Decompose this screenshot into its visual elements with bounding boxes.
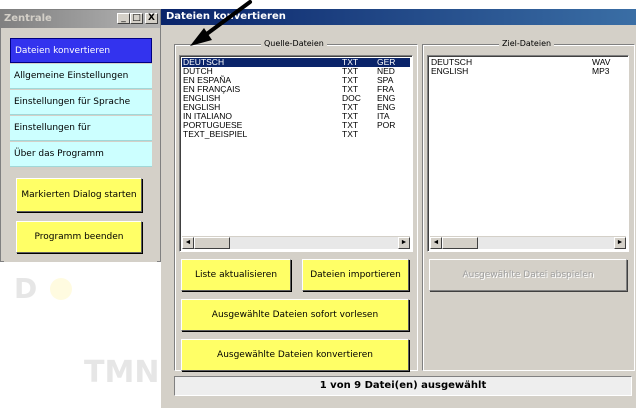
- source-files-legend: Quelle-Dateien: [261, 39, 327, 48]
- background-logo-icon: [50, 278, 72, 300]
- target-file-name: ENGLISH: [431, 66, 469, 76]
- target-files-legend: Ziel-Dateien: [499, 39, 555, 48]
- source-file-row[interactable]: DEUTSCH TXT GER: [182, 58, 410, 67]
- status-bar: 1 von 9 Datei(en) ausgewählt: [174, 376, 632, 396]
- read-aloud-button[interactable]: Ausgewählte Dateien sofort vorlesen: [181, 299, 409, 331]
- zentrale-title: Zentrale: [4, 13, 52, 24]
- main-window: Dateien konvertieren Quelle-Dateien DEUT…: [161, 9, 636, 408]
- nav-item-dateien-konvertieren[interactable]: Dateien konvertieren: [10, 38, 152, 63]
- scroll-right-icon[interactable]: ►: [614, 237, 626, 249]
- nav-item-einstellungen-sprache[interactable]: Einstellungen für Sprache: [10, 90, 152, 115]
- source-file-name: TEXT_BEISPIEL: [183, 129, 248, 139]
- scroll-right-icon[interactable]: ►: [398, 237, 410, 249]
- maximize-button[interactable]: □: [130, 13, 143, 24]
- import-files-button[interactable]: Dateien importieren: [302, 259, 409, 291]
- nav-item-allgemeine-einstellungen[interactable]: Allgemeine Einstellungen: [10, 64, 152, 89]
- source-file-list[interactable]: DEUTSCH TXT GER DUTCH TXT NED EN ESPAÑA …: [179, 55, 413, 252]
- nav-item-einstellungen-sounddateien[interactable]: Einstellungen für Sounddateien: [10, 116, 152, 158]
- scroll-left-icon[interactable]: ◄: [182, 237, 194, 249]
- background-logo-text: D: [14, 272, 38, 305]
- source-file-row[interactable]: TEXT_BEISPIEL TXT: [182, 130, 410, 139]
- zentrale-window: Zentrale _ □ X Dateien konvertieren Allg…: [0, 9, 161, 262]
- source-horizontal-scrollbar[interactable]: ◄ ►: [182, 236, 410, 249]
- source-file-lang: POR: [377, 120, 396, 130]
- scroll-thumb[interactable]: [442, 237, 478, 249]
- target-file-row[interactable]: ENGLISH MP3: [430, 67, 626, 76]
- background-watermark: TMN: [84, 355, 160, 390]
- start-dialog-button[interactable]: Markierten Dialog starten: [16, 178, 142, 212]
- close-button[interactable]: X: [145, 13, 158, 24]
- minimize-button[interactable]: _: [117, 13, 130, 24]
- target-file-list[interactable]: DEUTSCH WAV ENGLISH MP3 ◄ ►: [427, 55, 629, 252]
- source-file-type: TXT: [342, 129, 359, 139]
- arrow-pointer-icon: [190, 0, 252, 46]
- refresh-list-button[interactable]: Liste aktualisieren: [181, 259, 291, 291]
- main-body: Quelle-Dateien DEUTSCH TXT GER DUTCH TXT…: [161, 25, 636, 408]
- zentrale-title-bar[interactable]: Zentrale _ □ X: [1, 10, 160, 28]
- scroll-thumb[interactable]: [194, 237, 230, 249]
- scroll-left-icon[interactable]: ◄: [430, 237, 442, 249]
- nav-item-ueber-programm[interactable]: Über das Programm: [10, 142, 152, 167]
- convert-files-button[interactable]: Ausgewählte Dateien konvertieren: [181, 339, 409, 371]
- target-file-format: MP3: [592, 66, 610, 76]
- play-file-button[interactable]: Ausgewählte Datei abspielen: [429, 259, 627, 291]
- exit-program-button[interactable]: Programm beenden: [16, 221, 142, 253]
- target-horizontal-scrollbar[interactable]: ◄ ►: [430, 236, 626, 249]
- zentrale-panel: Dateien konvertieren Allgemeine Einstell…: [4, 32, 157, 262]
